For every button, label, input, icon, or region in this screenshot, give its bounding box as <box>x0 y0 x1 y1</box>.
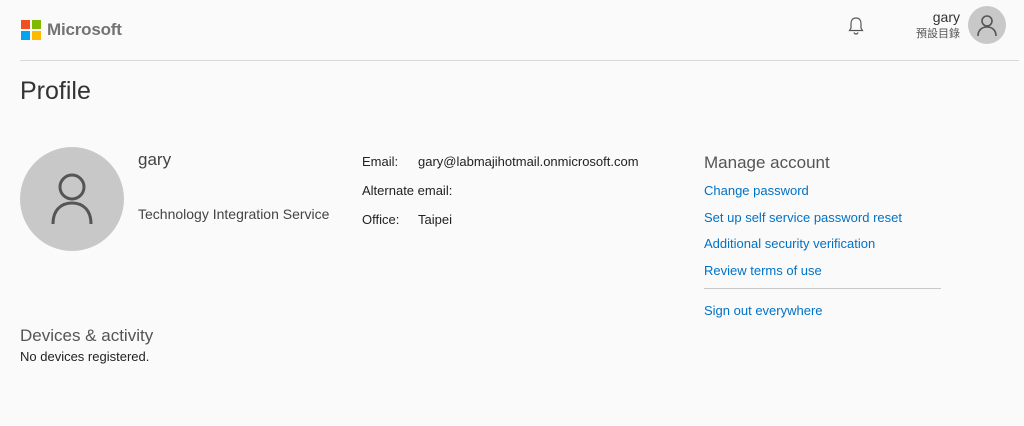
account-menu[interactable]: gary 預設目錄 <box>916 8 960 42</box>
profile-department: Technology Integration Service <box>138 206 330 222</box>
notifications-bell-icon[interactable] <box>844 14 868 38</box>
microsoft-logo-icon <box>21 20 41 40</box>
person-icon <box>977 15 997 37</box>
header-user-name: gary <box>932 9 960 25</box>
brand-name: Microsoft <box>47 20 122 39</box>
profile-page: Microsoft gary 預設目錄 Profile gary Technol… <box>0 0 1024 426</box>
manage-account-divider <box>704 288 941 289</box>
alternate-email-label: Alternate email: <box>362 183 453 198</box>
person-icon <box>51 173 93 225</box>
self-service-password-reset-link[interactable]: Set up self service password reset <box>704 210 902 225</box>
office-row: Office: Taipei <box>362 212 452 227</box>
email-value: gary@labmajihotmail.onmicrosoft.com <box>418 154 639 169</box>
additional-security-verification-link[interactable]: Additional security verification <box>704 236 875 251</box>
microsoft-logo-link[interactable]: Microsoft <box>21 19 122 41</box>
manage-account-title: Manage account <box>704 153 830 172</box>
office-value: Taipei <box>418 212 452 227</box>
header-directory-name: 預設目錄 <box>916 28 960 40</box>
review-terms-link[interactable]: Review terms of use <box>704 263 822 278</box>
devices-activity-title: Devices & activity <box>20 326 154 345</box>
email-row: Email: gary@labmajihotmail.onmicrosoft.c… <box>362 154 639 169</box>
office-label: Office: <box>362 212 400 227</box>
profile-name: gary <box>138 150 172 169</box>
header-avatar[interactable] <box>968 6 1006 44</box>
page-title: Profile <box>20 77 91 105</box>
email-label: Email: <box>362 154 399 169</box>
header-divider <box>20 60 1019 61</box>
top-header: Microsoft gary 預設目錄 <box>0 0 1024 60</box>
sign-out-everywhere-link[interactable]: Sign out everywhere <box>704 303 823 318</box>
devices-status: No devices registered. <box>20 349 150 364</box>
alternate-email-row: Alternate email: <box>362 183 452 198</box>
profile-avatar <box>20 147 124 251</box>
change-password-link[interactable]: Change password <box>704 183 809 198</box>
